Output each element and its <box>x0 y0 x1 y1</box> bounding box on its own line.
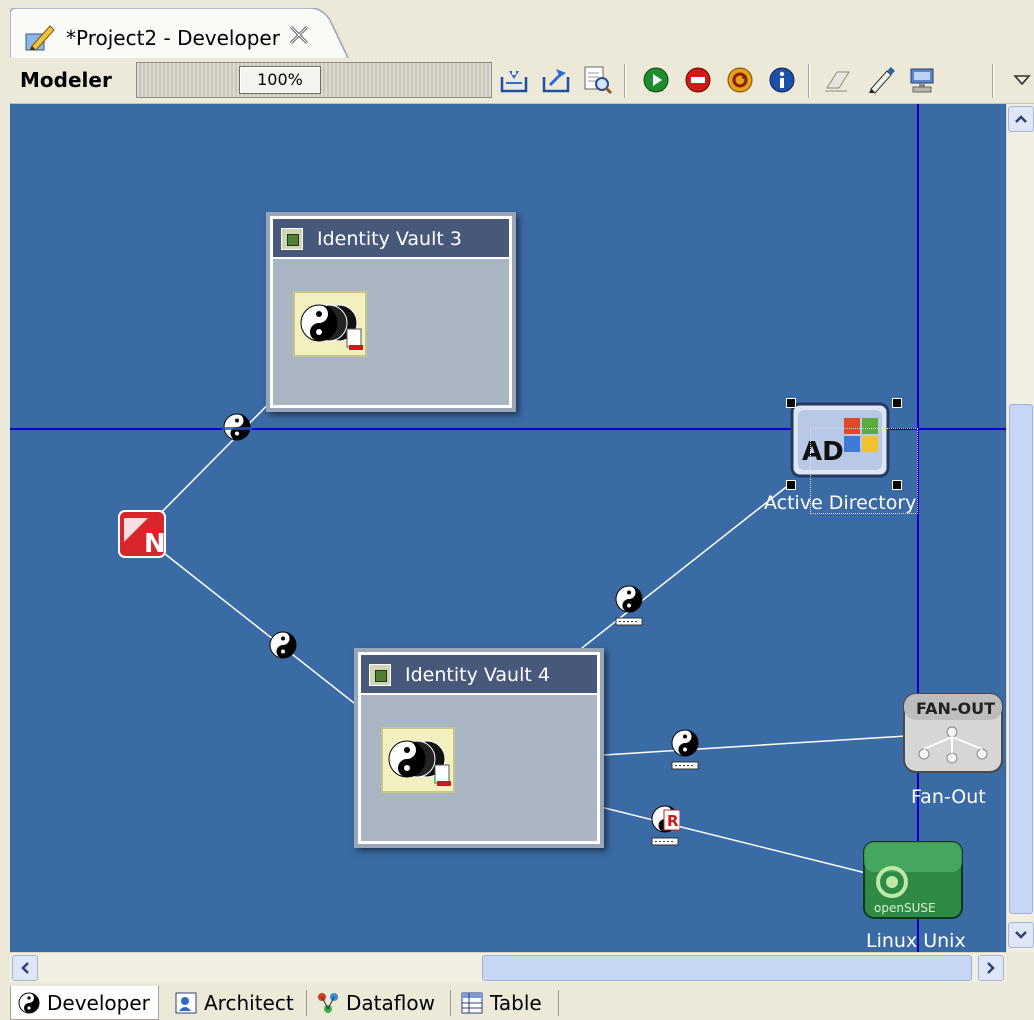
bottom-tab-bar: Developer Architect Dataflow Table <box>0 982 1034 1020</box>
deploy-icon[interactable] <box>906 64 938 96</box>
novell-badge: N <box>144 529 166 558</box>
toolbar-separator <box>808 64 809 98</box>
remote-loader-link-badge[interactable]: R <box>650 804 680 848</box>
horizontal-scrollbar[interactable] <box>10 952 1006 982</box>
fan-out-badge: FAN-OUT <box>916 699 995 718</box>
arrow-up-icon[interactable] <box>1008 106 1034 132</box>
tab-table[interactable]: Table <box>454 986 550 1020</box>
arrow-down-icon[interactable] <box>1008 922 1034 948</box>
toolbar-separator <box>992 64 993 98</box>
server-stack-icon <box>388 740 451 786</box>
vertical-scrollbar[interactable] <box>1006 104 1034 952</box>
editor-tab[interactable]: *Project2 - Developer <box>10 8 350 60</box>
tab-architect[interactable]: Architect <box>168 986 302 1020</box>
import-icon[interactable] <box>498 64 530 96</box>
architect-icon <box>174 991 198 1015</box>
selection-handle[interactable] <box>786 480 796 490</box>
toolbar-separator <box>624 64 625 98</box>
vault-title: Identity Vault 4 <box>405 664 550 686</box>
yin-yang-link-badge[interactable] <box>670 728 700 772</box>
zoom-slider[interactable]: 100% <box>136 62 492 98</box>
arrow-left-icon[interactable] <box>12 955 38 981</box>
linux-unix-label: Linux Unix <box>866 930 966 952</box>
stop-icon[interactable] <box>682 64 714 96</box>
tab-dataflow-label: Dataflow <box>346 991 435 1015</box>
svg-text:R: R <box>667 812 679 830</box>
export-icon[interactable] <box>540 64 572 96</box>
selection-handle[interactable] <box>892 398 902 408</box>
zoom-value[interactable]: 100% <box>239 66 321 94</box>
yin-yang-link-badge[interactable] <box>222 412 252 442</box>
vault-server[interactable] <box>381 727 455 793</box>
tab-separator <box>306 990 307 1016</box>
run-icon[interactable] <box>640 64 672 96</box>
selection-handle[interactable] <box>786 398 796 408</box>
tab-dataflow[interactable]: Dataflow <box>310 986 443 1020</box>
arrow-right-icon[interactable] <box>978 955 1004 981</box>
server-stack-icon <box>300 304 363 350</box>
vertical-scroll-thumb[interactable] <box>1009 404 1033 914</box>
active-directory-label: Active Directory <box>764 492 917 514</box>
pen-icon[interactable] <box>864 64 896 96</box>
tab-developer[interactable]: Developer <box>10 986 159 1020</box>
close-icon[interactable] <box>286 22 312 48</box>
modeler-toolbar: Modeler 100% <box>10 58 1034 104</box>
refresh-icon[interactable] <box>724 64 756 96</box>
developer-yinyang-icon <box>17 991 41 1015</box>
vault-server[interactable] <box>293 291 367 357</box>
toolbar-title: Modeler <box>20 68 112 92</box>
novell-driver-icon[interactable]: N <box>118 510 166 559</box>
horizontal-scroll-thumb[interactable] <box>482 955 972 981</box>
tab-developer-label: Developer <box>47 990 150 1015</box>
opensuse-icon[interactable]: openSUSE <box>862 840 964 920</box>
vault-icon <box>281 228 303 250</box>
yin-yang-link-badge[interactable] <box>268 630 298 660</box>
tab-separator <box>558 990 559 1016</box>
fan-out-label: Fan-Out <box>911 786 986 808</box>
modeler-window: *Project2 - Developer Modeler 100% Ident… <box>0 0 1034 1020</box>
editor-tab-title: *Project2 - Developer <box>66 26 280 50</box>
inspect-icon[interactable] <box>582 64 614 96</box>
modeler-pencil-icon <box>24 22 56 54</box>
tab-separator <box>450 990 451 1016</box>
eraser-icon[interactable] <box>822 64 854 96</box>
yin-yang-link-badge[interactable] <box>614 584 644 628</box>
table-icon <box>460 991 484 1015</box>
dropdown-arrow-icon[interactable] <box>1006 64 1034 96</box>
tab-table-label: Table <box>490 991 542 1015</box>
vault-title: Identity Vault 3 <box>317 228 462 250</box>
opensuse-badge: openSUSE <box>874 901 936 915</box>
vault-header: Identity Vault 4 <box>361 655 597 695</box>
model-canvas[interactable]: Identity Vault 3 Identity Vault 4 N AD A… <box>10 104 1006 952</box>
vault-icon <box>369 664 391 686</box>
identity-vault-3[interactable]: Identity Vault 3 <box>270 216 512 408</box>
fan-out-icon[interactable]: FAN-OUT <box>902 692 1004 774</box>
editor-tab-strip: *Project2 - Developer <box>0 0 1034 60</box>
tab-architect-label: Architect <box>204 991 294 1015</box>
identity-vault-4[interactable]: Identity Vault 4 <box>358 652 600 844</box>
info-icon[interactable] <box>766 64 798 96</box>
scrollbar-corner <box>1006 952 1034 982</box>
vault-header: Identity Vault 3 <box>273 219 509 259</box>
dataflow-icon <box>316 991 340 1015</box>
